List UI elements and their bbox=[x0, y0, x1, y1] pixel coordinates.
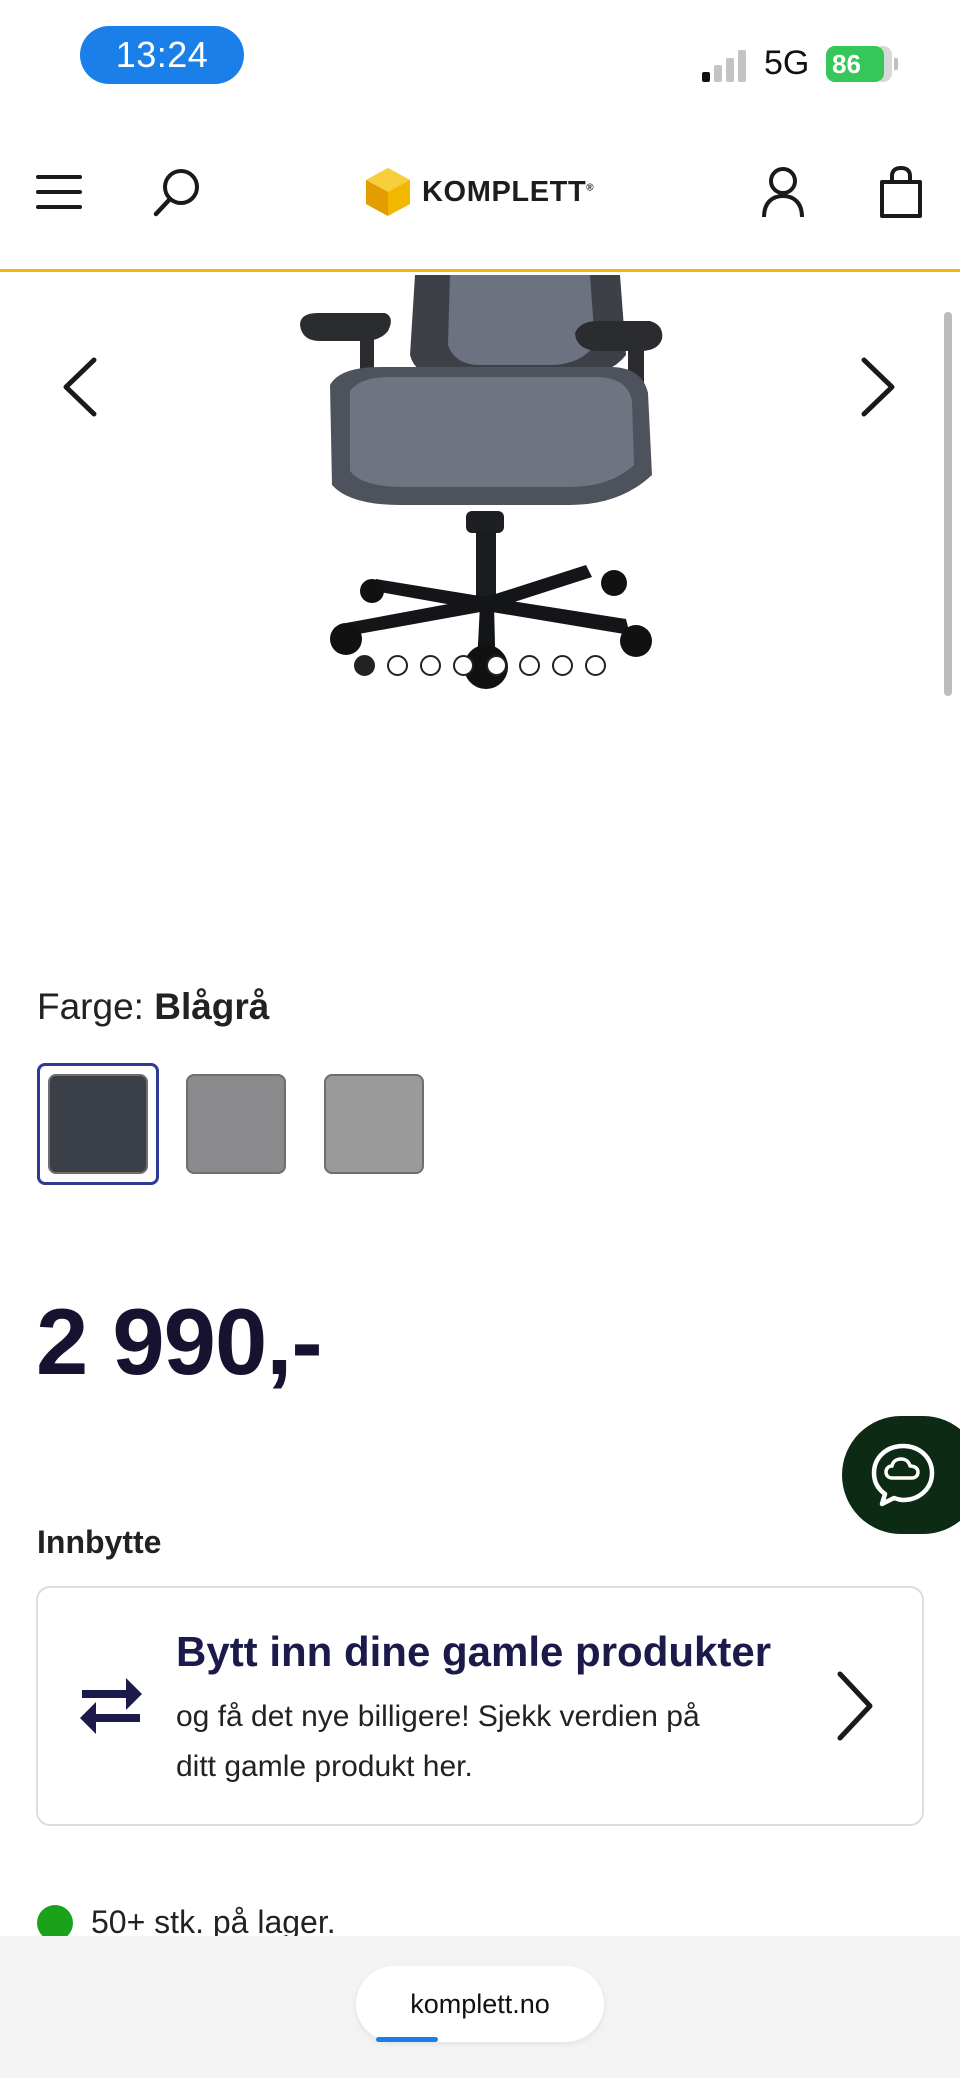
chat-icon bbox=[871, 1443, 935, 1507]
selected-color-name: Blågrå bbox=[154, 986, 270, 1027]
status-bar: 13:24 5G 86 bbox=[0, 0, 960, 112]
carousel-dot[interactable] bbox=[420, 655, 441, 676]
color-swatches bbox=[37, 1063, 435, 1185]
color-swatch[interactable] bbox=[37, 1063, 159, 1185]
account-button[interactable] bbox=[748, 157, 818, 227]
color-swatch[interactable] bbox=[313, 1063, 435, 1185]
network-type: 5G bbox=[764, 44, 810, 82]
product-image-carousel[interactable] bbox=[0, 275, 960, 715]
chevron-left-icon bbox=[63, 357, 97, 417]
chevron-right-icon bbox=[837, 1671, 873, 1741]
carousel-dot[interactable] bbox=[387, 655, 408, 676]
battery-level: 86 bbox=[826, 46, 884, 82]
carousel-dot[interactable] bbox=[585, 655, 606, 676]
chat-button[interactable] bbox=[842, 1416, 960, 1534]
carousel-prev-button[interactable] bbox=[48, 345, 112, 429]
product-price: 2 990,- bbox=[36, 1289, 323, 1394]
color-swatch-fill bbox=[48, 1074, 148, 1174]
color-swatch[interactable] bbox=[175, 1063, 297, 1185]
carousel-dot[interactable] bbox=[354, 655, 375, 676]
tradein-body: og få det nye billigere! Sjekk verdien p… bbox=[176, 1700, 700, 1783]
tradein-card[interactable]: Bytt inn dine gamle produkter og få det … bbox=[36, 1586, 924, 1826]
shopping-bag-icon bbox=[880, 166, 922, 218]
product-image-gaming-chair bbox=[300, 275, 663, 689]
status-time: 13:24 bbox=[80, 26, 244, 84]
site-header: KOMPLETT® bbox=[0, 112, 960, 272]
hamburger-icon bbox=[36, 175, 82, 209]
color-swatch-fill bbox=[186, 1074, 286, 1174]
komplett-logo[interactable]: KOMPLETT® bbox=[364, 164, 594, 220]
color-label: Farge: Blågrå bbox=[37, 986, 270, 1027]
logo-text: KOMPLETT® bbox=[422, 175, 595, 208]
address-bar-url: komplett.no bbox=[410, 1989, 550, 2019]
browser-toolbar: komplett.no bbox=[0, 1936, 960, 2078]
page-load-progress bbox=[376, 2037, 438, 2042]
carousel-dot[interactable] bbox=[519, 655, 540, 676]
carousel-next-button[interactable] bbox=[846, 345, 910, 429]
cart-button[interactable] bbox=[866, 157, 936, 227]
carousel-dot[interactable] bbox=[453, 655, 474, 676]
swap-arrows-icon bbox=[80, 1678, 142, 1734]
search-icon bbox=[153, 169, 199, 217]
battery-icon: 86 bbox=[826, 46, 898, 82]
carousel-dot[interactable] bbox=[552, 655, 573, 676]
address-bar[interactable]: komplett.no bbox=[356, 1966, 604, 2042]
color-swatch-fill bbox=[324, 1074, 424, 1174]
signal-icon bbox=[702, 48, 750, 82]
carousel-dots bbox=[354, 655, 606, 679]
tradein-section-title: Innbytte bbox=[37, 1524, 162, 1560]
menu-button[interactable] bbox=[24, 157, 94, 227]
chevron-right-icon bbox=[861, 357, 895, 417]
tradein-heading: Bytt inn dine gamle produkter bbox=[176, 1628, 772, 1675]
komplett-logo-mark-icon bbox=[366, 168, 410, 216]
search-button[interactable] bbox=[142, 157, 212, 227]
user-icon bbox=[762, 167, 804, 218]
carousel-dot[interactable] bbox=[486, 655, 507, 676]
